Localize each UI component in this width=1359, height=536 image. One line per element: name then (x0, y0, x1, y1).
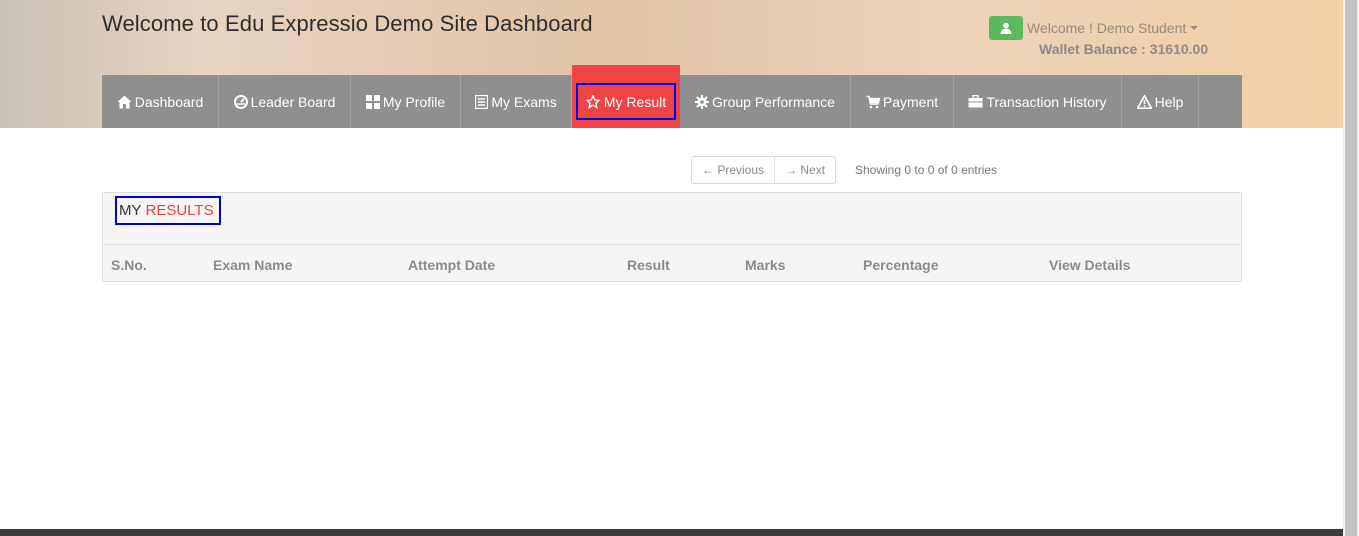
column-header-attempt-date[interactable]: Attempt Date (408, 257, 495, 273)
cart-icon (866, 95, 880, 108)
previous-button[interactable]: ← Previous (692, 157, 774, 183)
nav-label: Transaction History (986, 93, 1107, 110)
panel-title: MY RESULTS (115, 196, 221, 225)
nav-payment[interactable]: Payment (851, 75, 954, 128)
briefcase-icon (968, 95, 983, 108)
nav-help[interactable]: Help (1122, 75, 1199, 128)
user-icon (989, 16, 1023, 40)
column-header-marks[interactable]: Marks (745, 257, 785, 273)
nav-label: Group Performance (712, 93, 835, 110)
nav-label: My Profile (382, 93, 446, 110)
column-header-exam-name[interactable]: Exam Name (213, 257, 292, 273)
panel-heading: MY RESULTS (103, 193, 1241, 245)
column-header-view-details[interactable]: View Details (1049, 257, 1130, 273)
column-header-sno[interactable]: S.No. (111, 257, 147, 273)
nav-label: My Result (603, 93, 667, 110)
results-table-header: S.No. Exam Name Attempt Date Result Mark… (103, 245, 1241, 282)
panel-title-main: MY (119, 202, 142, 219)
scrollbar-thumb[interactable] (1345, 0, 1357, 536)
nav-label: Payment (882, 93, 939, 110)
column-header-result[interactable]: Result (627, 257, 670, 273)
nav-label: Help (1154, 93, 1184, 110)
user-welcome-text: Welcome ! Demo Student (1027, 20, 1187, 36)
home-icon (117, 95, 132, 108)
nav-label: Dashboard (134, 93, 204, 110)
gear-icon (695, 94, 710, 109)
list-icon (475, 94, 489, 109)
nav-label: Leader Board (250, 93, 336, 110)
nav-leader-board[interactable]: Leader Board (219, 75, 351, 128)
dashboard-gauge-icon (233, 94, 248, 109)
nav-my-profile[interactable]: My Profile (351, 75, 461, 128)
results-panel: MY RESULTS S.No. Exam Name Attempt Date … (102, 192, 1242, 282)
main-navbar: Dashboard Leader Board My Profile My Exa… (102, 65, 1242, 128)
footer-bar (0, 529, 1343, 536)
grid-icon (365, 94, 380, 109)
star-icon (585, 94, 600, 109)
panel-title-accent: RESULTS (145, 202, 214, 219)
column-header-percentage[interactable]: Percentage (863, 257, 938, 273)
entries-info: Showing 0 to 0 of 0 entries (855, 163, 998, 177)
nav-group-performance[interactable]: Group Performance (680, 75, 851, 128)
nav-my-result-highlight: My Result (576, 83, 676, 120)
nav-dashboard[interactable]: Dashboard (102, 75, 219, 128)
nav-my-result[interactable]: My Result (572, 65, 680, 128)
nav-transaction-history[interactable]: Transaction History (954, 75, 1122, 128)
page-title: Welcome to Edu Expressio Demo Site Dashb… (102, 11, 593, 36)
user-menu-dropdown[interactable]: Welcome ! Demo Student (989, 16, 1199, 40)
next-button[interactable]: → Next (774, 157, 835, 183)
wallet-balance: Wallet Balance : 31610.00 (1039, 41, 1209, 57)
caret-down-icon (1190, 26, 1199, 30)
warning-icon (1136, 94, 1152, 109)
pagination: ← Previous → Next (691, 156, 837, 184)
header: Welcome to Edu Expressio Demo Site Dashb… (0, 0, 1343, 128)
nav-label: My Exams (491, 93, 557, 110)
nav-my-exams[interactable]: My Exams (461, 75, 572, 128)
